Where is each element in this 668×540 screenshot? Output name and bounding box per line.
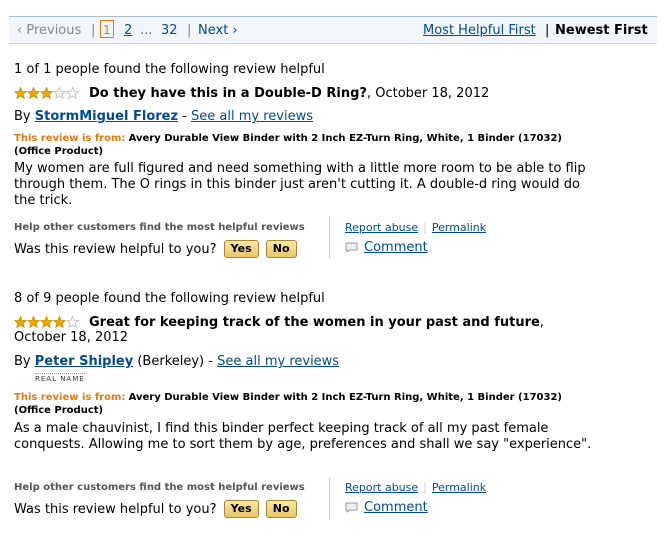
- product-name: Avery Durable View Binder with 2 Inch EZ…: [128, 392, 562, 403]
- star-empty-icon: [66, 87, 79, 99]
- star-empty-icon: [66, 316, 79, 328]
- real-name-badge: REAL NAME: [35, 373, 85, 383]
- no-button[interactable]: No: [265, 500, 297, 518]
- page-last-link[interactable]: 32: [161, 23, 178, 38]
- yes-button[interactable]: Yes: [223, 240, 259, 258]
- star-filled-icon: [53, 316, 66, 328]
- no-button[interactable]: No: [265, 240, 297, 258]
- helpful-count: 1 of 1 people found the following review…: [14, 62, 325, 77]
- product-category: (Office Product): [14, 146, 104, 157]
- current-page: 1: [100, 20, 114, 38]
- byline-dash: -: [208, 354, 213, 369]
- review-actions: Report abuse | Permalink: [345, 481, 487, 494]
- star-filled-icon: [40, 87, 53, 99]
- product-name: Avery Durable View Binder with 2 Inch EZ…: [128, 133, 562, 144]
- star-filled-icon: [14, 316, 27, 328]
- review-actions: Report abuse | Permalink: [345, 221, 487, 234]
- helpful-question: Was this review helpful to you?: [14, 502, 217, 517]
- help-label: Help other customers find the most helpf…: [14, 222, 305, 233]
- star-filled-icon: [40, 316, 53, 328]
- report-abuse-link[interactable]: Report abuse: [345, 221, 418, 234]
- permalink-link[interactable]: Permalink: [432, 481, 486, 494]
- byline-dash: -: [182, 109, 187, 124]
- by-label: By: [14, 109, 31, 124]
- report-abuse-link[interactable]: Report abuse: [345, 481, 418, 494]
- review-body: My women are full figured and need somet…: [14, 161, 586, 208]
- helpful-count: 8 of 9 people found the following review…: [14, 291, 325, 306]
- comment-action[interactable]: Comment: [345, 500, 428, 515]
- star-filled-icon: [27, 316, 40, 328]
- comment-icon: [345, 242, 358, 253]
- product-category: (Office Product): [14, 405, 104, 416]
- star-filled-icon: [27, 87, 40, 99]
- see-all-reviews-link[interactable]: See all my reviews: [217, 354, 339, 369]
- vote-line: Was this review helpful to you? Yes No: [14, 500, 297, 518]
- review-body: As a male chauvinist, I find this binder…: [14, 421, 592, 452]
- yes-button[interactable]: Yes: [223, 500, 259, 518]
- star-rating: [14, 316, 79, 328]
- byline: By StormMiguel Florez - See all my revie…: [14, 109, 313, 124]
- vote-line: Was this review helpful to you? Yes No: [14, 240, 297, 258]
- by-label: By: [14, 354, 31, 369]
- pager-separator: |: [187, 23, 192, 38]
- star-filled-icon: [14, 87, 27, 99]
- comment-link[interactable]: Comment: [364, 500, 428, 515]
- review-date-line: October 18, 2012: [14, 330, 129, 345]
- sort-newest-first: Newest First: [555, 23, 648, 38]
- star-rating: [14, 87, 79, 99]
- author-link[interactable]: Peter Shipley: [35, 354, 133, 369]
- helpful-question: Was this review helpful to you?: [14, 242, 217, 257]
- next-link[interactable]: Next ›: [198, 23, 238, 38]
- previous-link[interactable]: ‹ Previous: [17, 23, 81, 38]
- pagination-bar: ‹ Previous | 1 2 ... 32 | Next › Most He…: [9, 16, 657, 44]
- from-label: This review is from:: [14, 133, 126, 144]
- review-date: ,: [539, 315, 544, 330]
- author-location: (Berkeley): [137, 354, 205, 369]
- pager-separator: |: [91, 23, 96, 38]
- page-2-link[interactable]: 2: [124, 23, 132, 38]
- review-title-line: Do they have this in a Double-D Ring?, O…: [89, 86, 489, 102]
- comment-action[interactable]: Comment: [345, 240, 428, 255]
- pager-ellipsis: ...: [140, 23, 153, 38]
- sort-most-helpful-link[interactable]: Most Helpful First: [423, 23, 536, 38]
- review-source: This review is from: Avery Durable View …: [14, 132, 574, 158]
- review-title: Great for keeping track of the women in …: [89, 315, 540, 330]
- divider: [329, 477, 330, 519]
- permalink-link[interactable]: Permalink: [432, 221, 486, 234]
- comment-icon: [345, 502, 358, 513]
- sort-separator: |: [545, 23, 550, 38]
- review-date: , October 18, 2012: [366, 86, 490, 101]
- author-link[interactable]: StormMiguel Florez: [35, 109, 178, 124]
- star-empty-icon: [53, 87, 66, 99]
- review-title-line: Great for keeping track of the women in …: [89, 315, 544, 331]
- divider: [329, 217, 330, 259]
- byline: By Peter Shipley (Berkeley) - See all my…: [14, 354, 339, 369]
- see-all-reviews-link[interactable]: See all my reviews: [191, 109, 313, 124]
- comment-link[interactable]: Comment: [364, 240, 428, 255]
- review-title: Do they have this in a Double-D Ring?: [89, 86, 367, 101]
- help-label: Help other customers find the most helpf…: [14, 482, 305, 493]
- review-source: This review is from: Avery Durable View …: [14, 391, 574, 417]
- from-label: This review is from:: [14, 392, 126, 403]
